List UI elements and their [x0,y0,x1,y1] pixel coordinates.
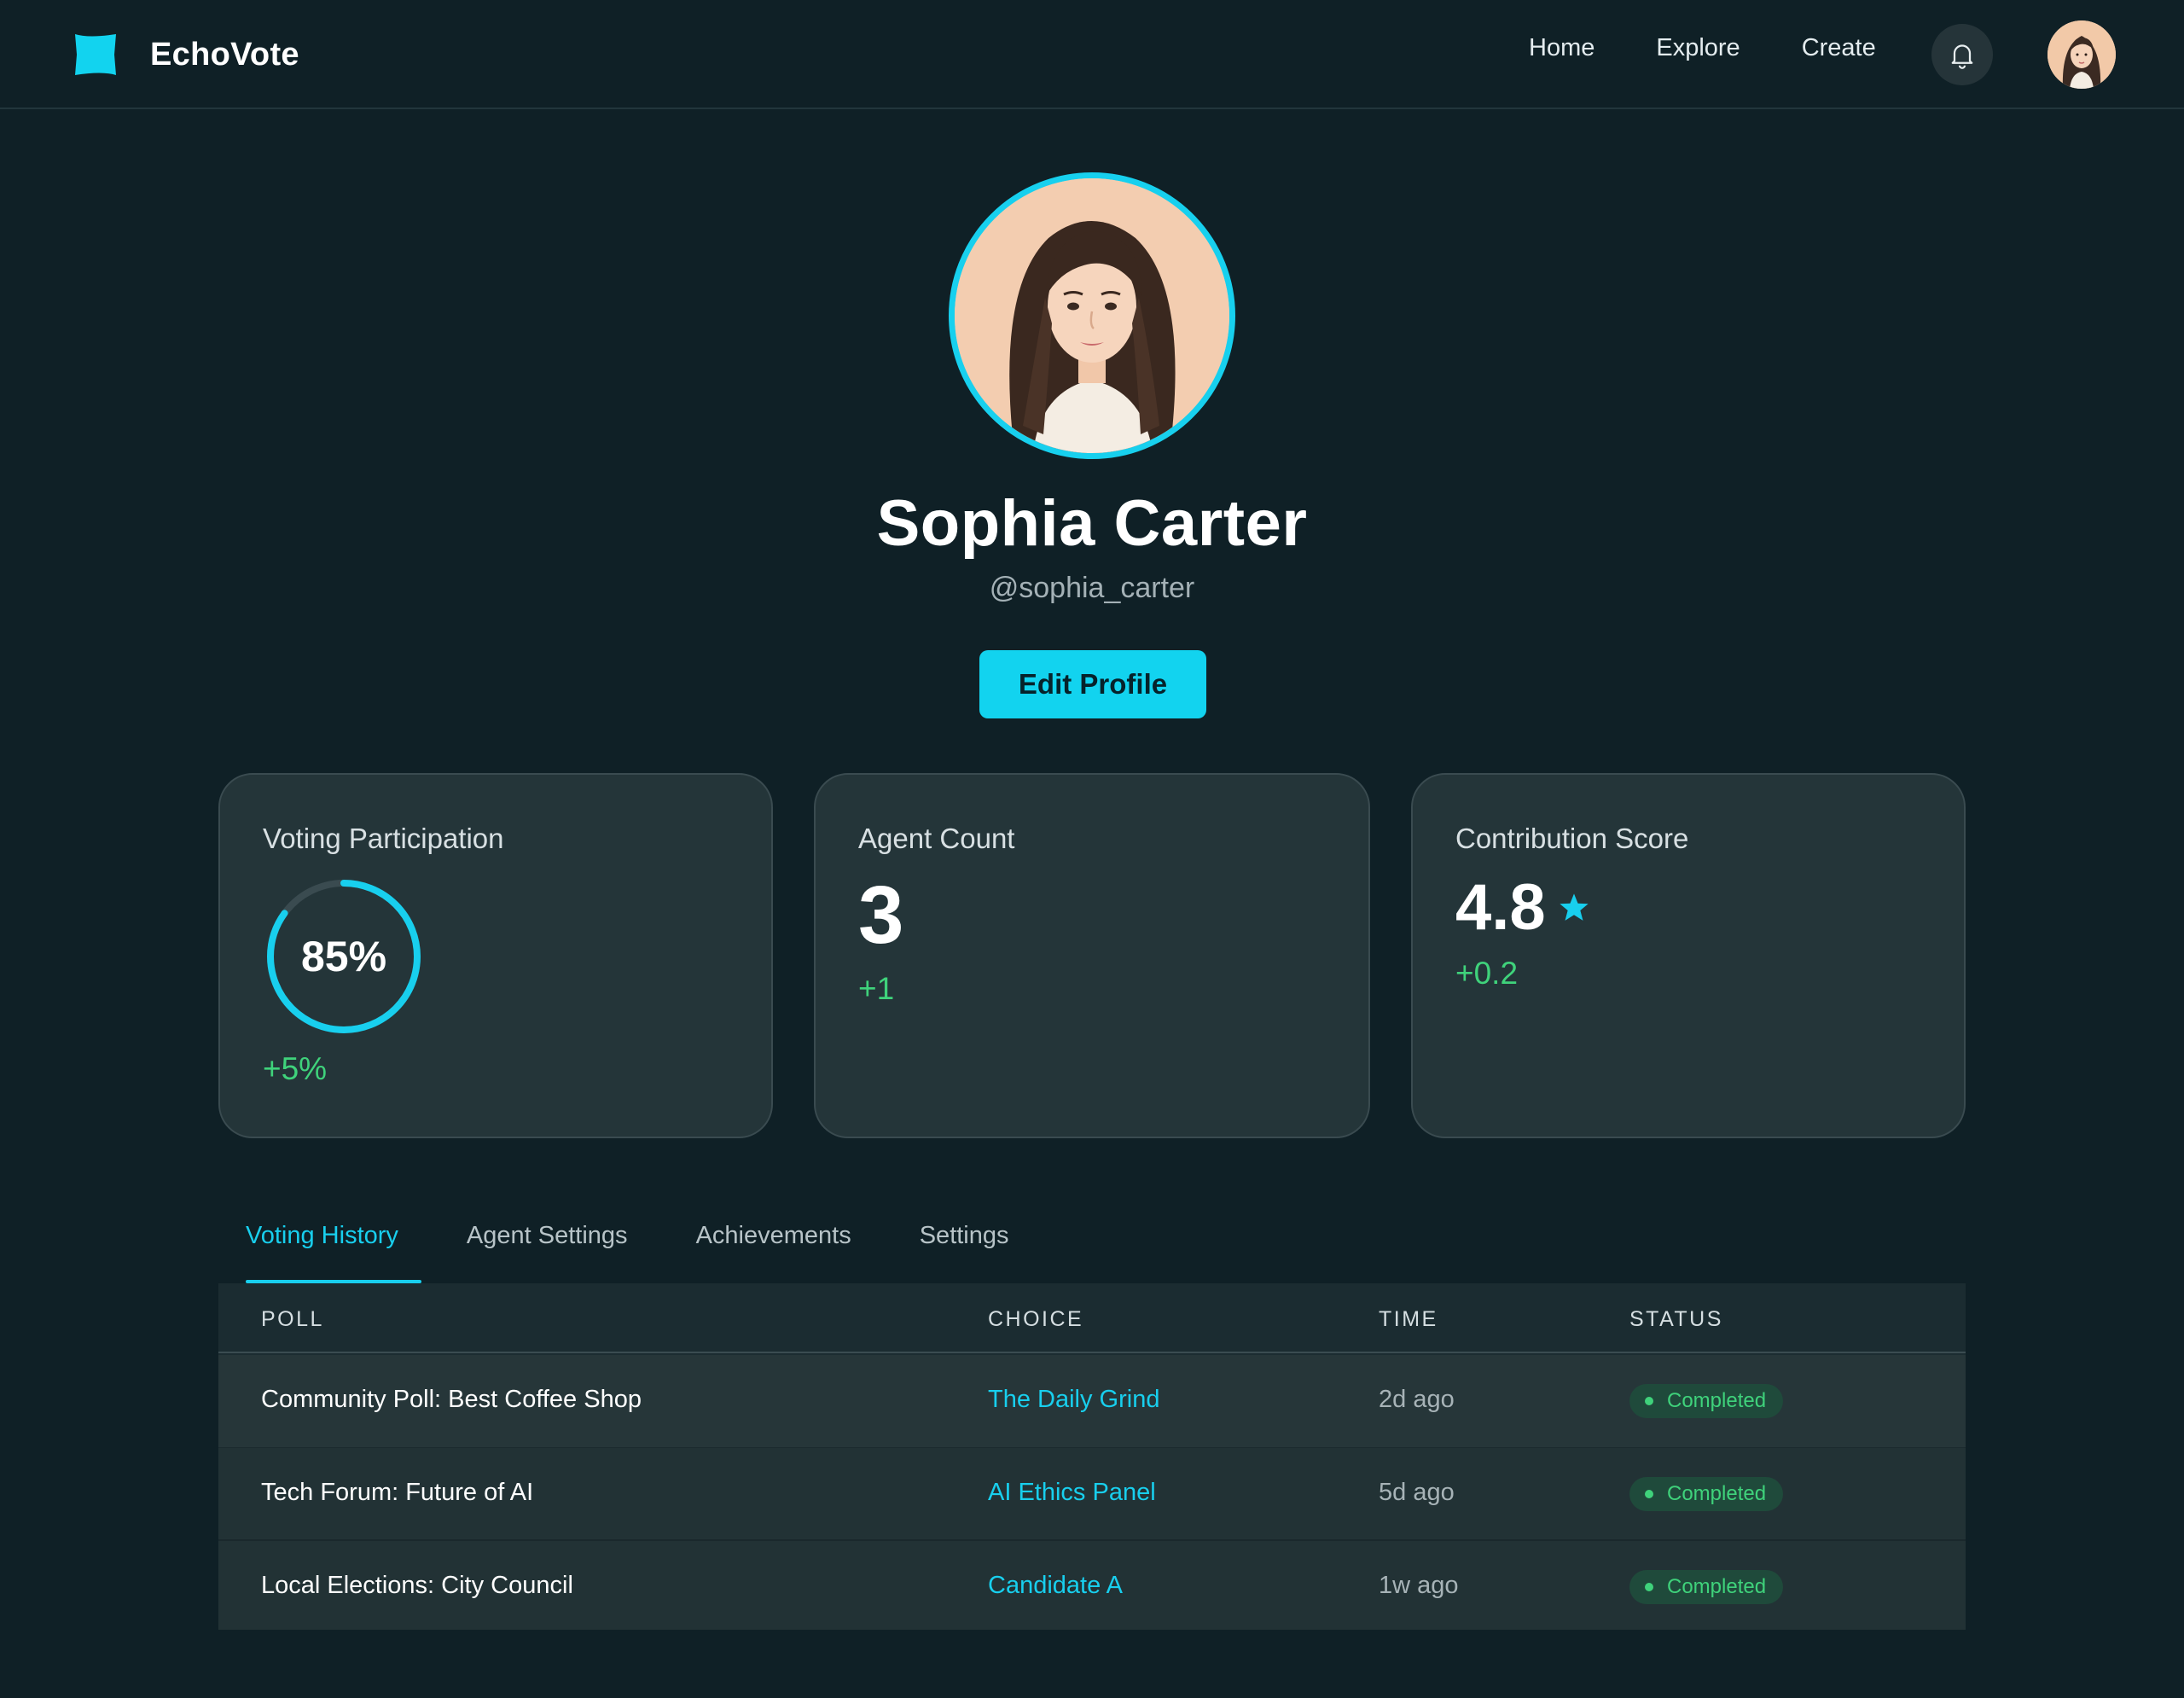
nav-create-link[interactable]: Create [1802,34,1876,62]
avatar-portrait [2048,20,2116,89]
table-row[interactable]: Local Elections: City Council Candidate … [218,1539,1966,1630]
status-badge: Completed [1629,1570,1784,1604]
profile-tabs: Voting History Agent Settings Achievemen… [246,1222,1077,1250]
table-row[interactable]: Tech Forum: Future of AI AI Ethics Panel… [218,1447,1966,1539]
table-row[interactable]: Community Poll: Best Coffee Shop The Dai… [218,1355,1966,1447]
participation-value: 85% [300,933,387,980]
participation-delta: +5% [263,1051,328,1086]
agent-count-delta: +1 [858,971,895,1006]
status-badge: Completed [1629,1477,1784,1511]
tab-voting-history[interactable]: Voting History [246,1222,398,1250]
tab-agent-settings[interactable]: Agent Settings [467,1222,628,1250]
nav-explore-link[interactable]: Explore [1656,34,1740,62]
poll-name: Local Elections: City Council [261,1572,573,1599]
nav-home-link[interactable]: Home [1529,34,1594,62]
status-badge: Completed [1629,1384,1784,1418]
column-header-time: TIME [1379,1307,1438,1331]
brand[interactable]: EchoVote [72,31,299,79]
contribution-score-value: 4.8 [1455,871,1546,944]
choice-link[interactable]: AI Ethics Panel [988,1479,1156,1507]
status-dot-icon [1645,1397,1653,1405]
profile-handle: @sophia_carter [989,572,1195,604]
score-row: 4.8 [1455,870,1592,945]
card-title: Agent Count [858,823,1015,854]
agent-count-value: 3 [858,869,904,961]
choice-link[interactable]: The Daily Grind [988,1386,1159,1414]
status-label: Completed [1667,1575,1767,1598]
voting-history-table: POLL CHOICE TIME STATUS Community Poll: … [218,1283,1966,1630]
poll-name: Community Poll: Best Coffee Shop [261,1386,642,1413]
vote-time: 2d ago [1379,1386,1455,1413]
main-nav: Home Explore Create [1529,34,1937,62]
table-header: POLL CHOICE TIME STATUS [218,1283,1966,1353]
tab-settings[interactable]: Settings [920,1222,1009,1250]
logo-icon [75,34,116,75]
status-dot-icon [1645,1490,1653,1498]
profile-name: Sophia Carter [876,487,1308,560]
status-label: Completed [1667,1482,1767,1505]
poll-name: Tech Forum: Future of AI [261,1479,534,1506]
column-header-poll: POLL [261,1307,324,1331]
contribution-score-card: Contribution Score 4.8 +0.2 [1411,773,1966,1138]
status-label: Completed [1667,1389,1767,1412]
choice-link[interactable]: Candidate A [988,1572,1123,1600]
vote-time: 5d ago [1379,1479,1455,1506]
card-title: Voting Participation [263,823,504,854]
voting-participation-card: Voting Participation 85% +5% [218,773,773,1138]
edit-profile-button[interactable]: Edit Profile [979,650,1206,718]
card-title: Contribution Score [1455,823,1689,854]
top-navbar: EchoVote Home Explore Create [0,0,2184,109]
contribution-score-delta: +0.2 [1455,956,1519,991]
column-header-choice: CHOICE [988,1307,1084,1331]
column-header-status: STATUS [1629,1307,1723,1331]
profile-avatar [949,172,1235,459]
star-icon [1560,893,1589,921]
tab-achievements[interactable]: Achievements [696,1222,851,1250]
vote-time: 1w ago [1379,1572,1459,1599]
notifications-button[interactable] [1931,24,1993,85]
profile-portrait [955,178,1229,453]
status-dot-icon [1645,1583,1653,1591]
user-avatar-menu[interactable] [2048,20,2116,89]
bell-icon [1951,44,1973,69]
agent-count-card: Agent Count 3 +1 [814,773,1370,1138]
app-name: EchoVote [150,36,299,73]
